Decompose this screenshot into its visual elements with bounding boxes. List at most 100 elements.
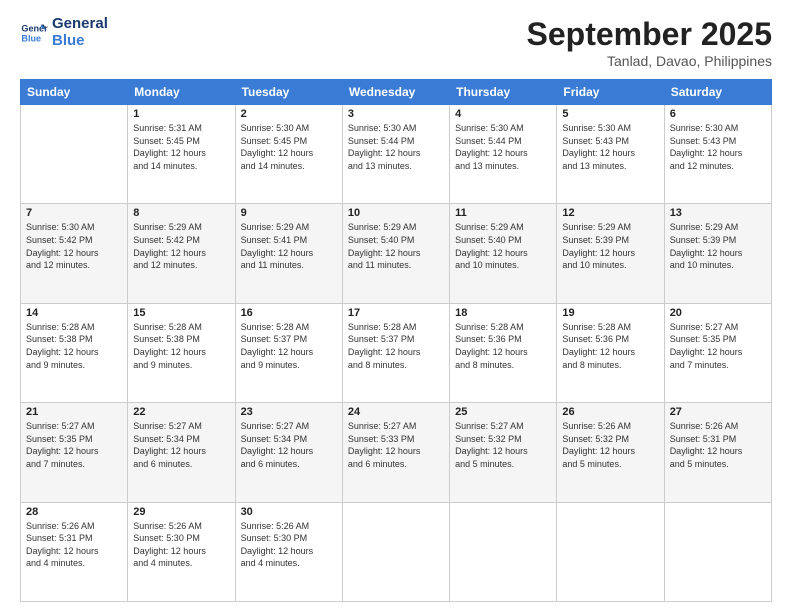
day-cell (557, 502, 664, 601)
day-number: 24 (348, 406, 444, 418)
day-info: Sunrise: 5:27 AMSunset: 5:35 PMDaylight:… (670, 321, 766, 371)
day-number: 5 (562, 108, 658, 120)
day-number: 13 (670, 207, 766, 219)
day-number: 7 (26, 207, 122, 219)
day-cell: 28 Sunrise: 5:26 AMSunset: 5:31 PMDayligh… (21, 502, 128, 601)
day-number: 17 (348, 307, 444, 319)
day-cell: 27Sunrise: 5:26 AMSunset: 5:31 PMDayligh… (664, 403, 771, 502)
day-info: Sunrise: 5:29 AMSunset: 5:42 PMDaylight:… (133, 221, 229, 271)
th-saturday: Saturday (664, 80, 771, 105)
day-cell: 29 Sunrise: 5:26 AMSunset: 5:30 PMDayligh… (128, 502, 235, 601)
logo-line2: Blue (52, 33, 108, 50)
day-cell: 6 Sunrise: 5:30 AMSunset: 5:43 PMDaylight… (664, 105, 771, 204)
th-sunday: Sunday (21, 80, 128, 105)
title-block: September 2025 Tanlad, Davao, Philippine… (527, 16, 772, 69)
page: General Blue General Blue September 2025… (0, 0, 792, 612)
day-cell: 5 Sunrise: 5:30 AMSunset: 5:43 PMDaylight… (557, 105, 664, 204)
day-info: Sunrise: 5:26 AMSunset: 5:30 PMDaylight:… (133, 520, 229, 570)
day-cell: 12 Sunrise: 5:29 AMSunset: 5:39 PMDayligh… (557, 204, 664, 303)
day-number: 1 (133, 108, 229, 120)
day-info: Sunrise: 5:27 AMSunset: 5:35 PMDaylight:… (26, 420, 122, 470)
day-number: 2 (241, 108, 337, 120)
day-info: Sunrise: 5:30 AMSunset: 5:43 PMDaylight:… (562, 122, 658, 172)
day-number: 4 (455, 108, 551, 120)
day-cell: 25 Sunrise: 5:27 AMSunset: 5:32 PMDayligh… (450, 403, 557, 502)
day-cell: 4 Sunrise: 5:30 AMSunset: 5:44 PMDaylight… (450, 105, 557, 204)
day-info: Sunrise: 5:26 AMSunset: 5:32 PMDaylight:… (562, 420, 658, 470)
week-row-1: 1 Sunrise: 5:31 AMSunset: 5:45 PMDaylight… (21, 105, 772, 204)
day-info: Sunrise: 5:31 AMSunset: 5:45 PMDaylight:… (133, 122, 229, 172)
logo-line1: General (52, 16, 108, 33)
day-number: 12 (562, 207, 658, 219)
th-tuesday: Tuesday (235, 80, 342, 105)
day-cell: 9Sunrise: 5:29 AMSunset: 5:41 PMDaylight… (235, 204, 342, 303)
day-number: 10 (348, 207, 444, 219)
calendar-table: Sunday Monday Tuesday Wednesday Thursday… (20, 79, 772, 602)
day-cell: 8 Sunrise: 5:29 AMSunset: 5:42 PMDaylight… (128, 204, 235, 303)
day-number: 21 (26, 406, 122, 418)
day-cell: 2 Sunrise: 5:30 AMSunset: 5:45 PMDaylight… (235, 105, 342, 204)
day-cell: 26 Sunrise: 5:26 AMSunset: 5:32 PMDayligh… (557, 403, 664, 502)
day-cell: 16Sunrise: 5:28 AMSunset: 5:37 PMDayligh… (235, 303, 342, 402)
svg-text:Blue: Blue (21, 33, 41, 43)
day-number: 29 (133, 506, 229, 518)
day-number: 26 (562, 406, 658, 418)
day-info: Sunrise: 5:28 AMSunset: 5:38 PMDaylight:… (26, 321, 122, 371)
day-info: Sunrise: 5:26 AMSunset: 5:30 PMDaylight:… (241, 520, 337, 570)
day-cell (664, 502, 771, 601)
day-cell: 18 Sunrise: 5:28 AMSunset: 5:36 PMDayligh… (450, 303, 557, 402)
day-info: Sunrise: 5:30 AMSunset: 5:45 PMDaylight:… (241, 122, 337, 172)
day-info: Sunrise: 5:28 AMSunset: 5:37 PMDaylight:… (241, 321, 337, 371)
day-info: Sunrise: 5:29 AMSunset: 5:39 PMDaylight:… (562, 221, 658, 271)
day-cell (21, 105, 128, 204)
day-number: 6 (670, 108, 766, 120)
day-number: 30 (241, 506, 337, 518)
header-row: Sunday Monday Tuesday Wednesday Thursday… (21, 80, 772, 105)
day-number: 14 (26, 307, 122, 319)
day-number: 3 (348, 108, 444, 120)
day-info: Sunrise: 5:30 AMSunset: 5:44 PMDaylight:… (455, 122, 551, 172)
day-info: Sunrise: 5:27 AMSunset: 5:34 PMDaylight:… (133, 420, 229, 470)
day-info: Sunrise: 5:29 AMSunset: 5:40 PMDaylight:… (455, 221, 551, 271)
day-info: Sunrise: 5:29 AMSunset: 5:41 PMDaylight:… (241, 221, 337, 271)
day-info: Sunrise: 5:28 AMSunset: 5:37 PMDaylight:… (348, 321, 444, 371)
day-info: Sunrise: 5:30 AMSunset: 5:43 PMDaylight:… (670, 122, 766, 172)
day-cell: 23 Sunrise: 5:27 AMSunset: 5:34 PMDayligh… (235, 403, 342, 502)
logo-icon: General Blue (20, 19, 48, 47)
day-number: 8 (133, 207, 229, 219)
day-cell: 11Sunrise: 5:29 AMSunset: 5:40 PMDayligh… (450, 204, 557, 303)
day-number: 19 (562, 307, 658, 319)
day-info: Sunrise: 5:28 AMSunset: 5:36 PMDaylight:… (455, 321, 551, 371)
day-info: Sunrise: 5:28 AMSunset: 5:38 PMDaylight:… (133, 321, 229, 371)
th-monday: Monday (128, 80, 235, 105)
day-info: Sunrise: 5:27 AMSunset: 5:34 PMDaylight:… (241, 420, 337, 470)
week-row-5: 28 Sunrise: 5:26 AMSunset: 5:31 PMDayligh… (21, 502, 772, 601)
calendar-title: September 2025 (527, 16, 772, 53)
week-row-3: 14 Sunrise: 5:28 AMSunset: 5:38 PMDayligh… (21, 303, 772, 402)
day-cell: 7Sunrise: 5:30 AMSunset: 5:42 PMDaylight… (21, 204, 128, 303)
day-cell: 30 Sunrise: 5:26 AMSunset: 5:30 PMDayligh… (235, 502, 342, 601)
day-cell: 19 Sunrise: 5:28 AMSunset: 5:36 PMDayligh… (557, 303, 664, 402)
day-number: 28 (26, 506, 122, 518)
day-info: Sunrise: 5:30 AMSunset: 5:44 PMDaylight:… (348, 122, 444, 172)
day-number: 23 (241, 406, 337, 418)
day-info: Sunrise: 5:28 AMSunset: 5:36 PMDaylight:… (562, 321, 658, 371)
day-info: Sunrise: 5:29 AMSunset: 5:39 PMDaylight:… (670, 221, 766, 271)
day-info: Sunrise: 5:27 AMSunset: 5:32 PMDaylight:… (455, 420, 551, 470)
day-number: 18 (455, 307, 551, 319)
day-cell (342, 502, 449, 601)
logo: General Blue General Blue (20, 16, 108, 49)
th-thursday: Thursday (450, 80, 557, 105)
calendar-subtitle: Tanlad, Davao, Philippines (527, 53, 772, 69)
week-row-4: 21 Sunrise: 5:27 AMSunset: 5:35 PMDayligh… (21, 403, 772, 502)
day-info: Sunrise: 5:27 AMSunset: 5:33 PMDaylight:… (348, 420, 444, 470)
day-cell: 21 Sunrise: 5:27 AMSunset: 5:35 PMDayligh… (21, 403, 128, 502)
day-cell: 14 Sunrise: 5:28 AMSunset: 5:38 PMDayligh… (21, 303, 128, 402)
day-cell: 15Sunrise: 5:28 AMSunset: 5:38 PMDayligh… (128, 303, 235, 402)
day-info: Sunrise: 5:29 AMSunset: 5:40 PMDaylight:… (348, 221, 444, 271)
day-info: Sunrise: 5:26 AMSunset: 5:31 PMDaylight:… (26, 520, 122, 570)
day-info: Sunrise: 5:26 AMSunset: 5:31 PMDaylight:… (670, 420, 766, 470)
day-number: 25 (455, 406, 551, 418)
day-cell: 17 Sunrise: 5:28 AMSunset: 5:37 PMDayligh… (342, 303, 449, 402)
day-number: 20 (670, 307, 766, 319)
